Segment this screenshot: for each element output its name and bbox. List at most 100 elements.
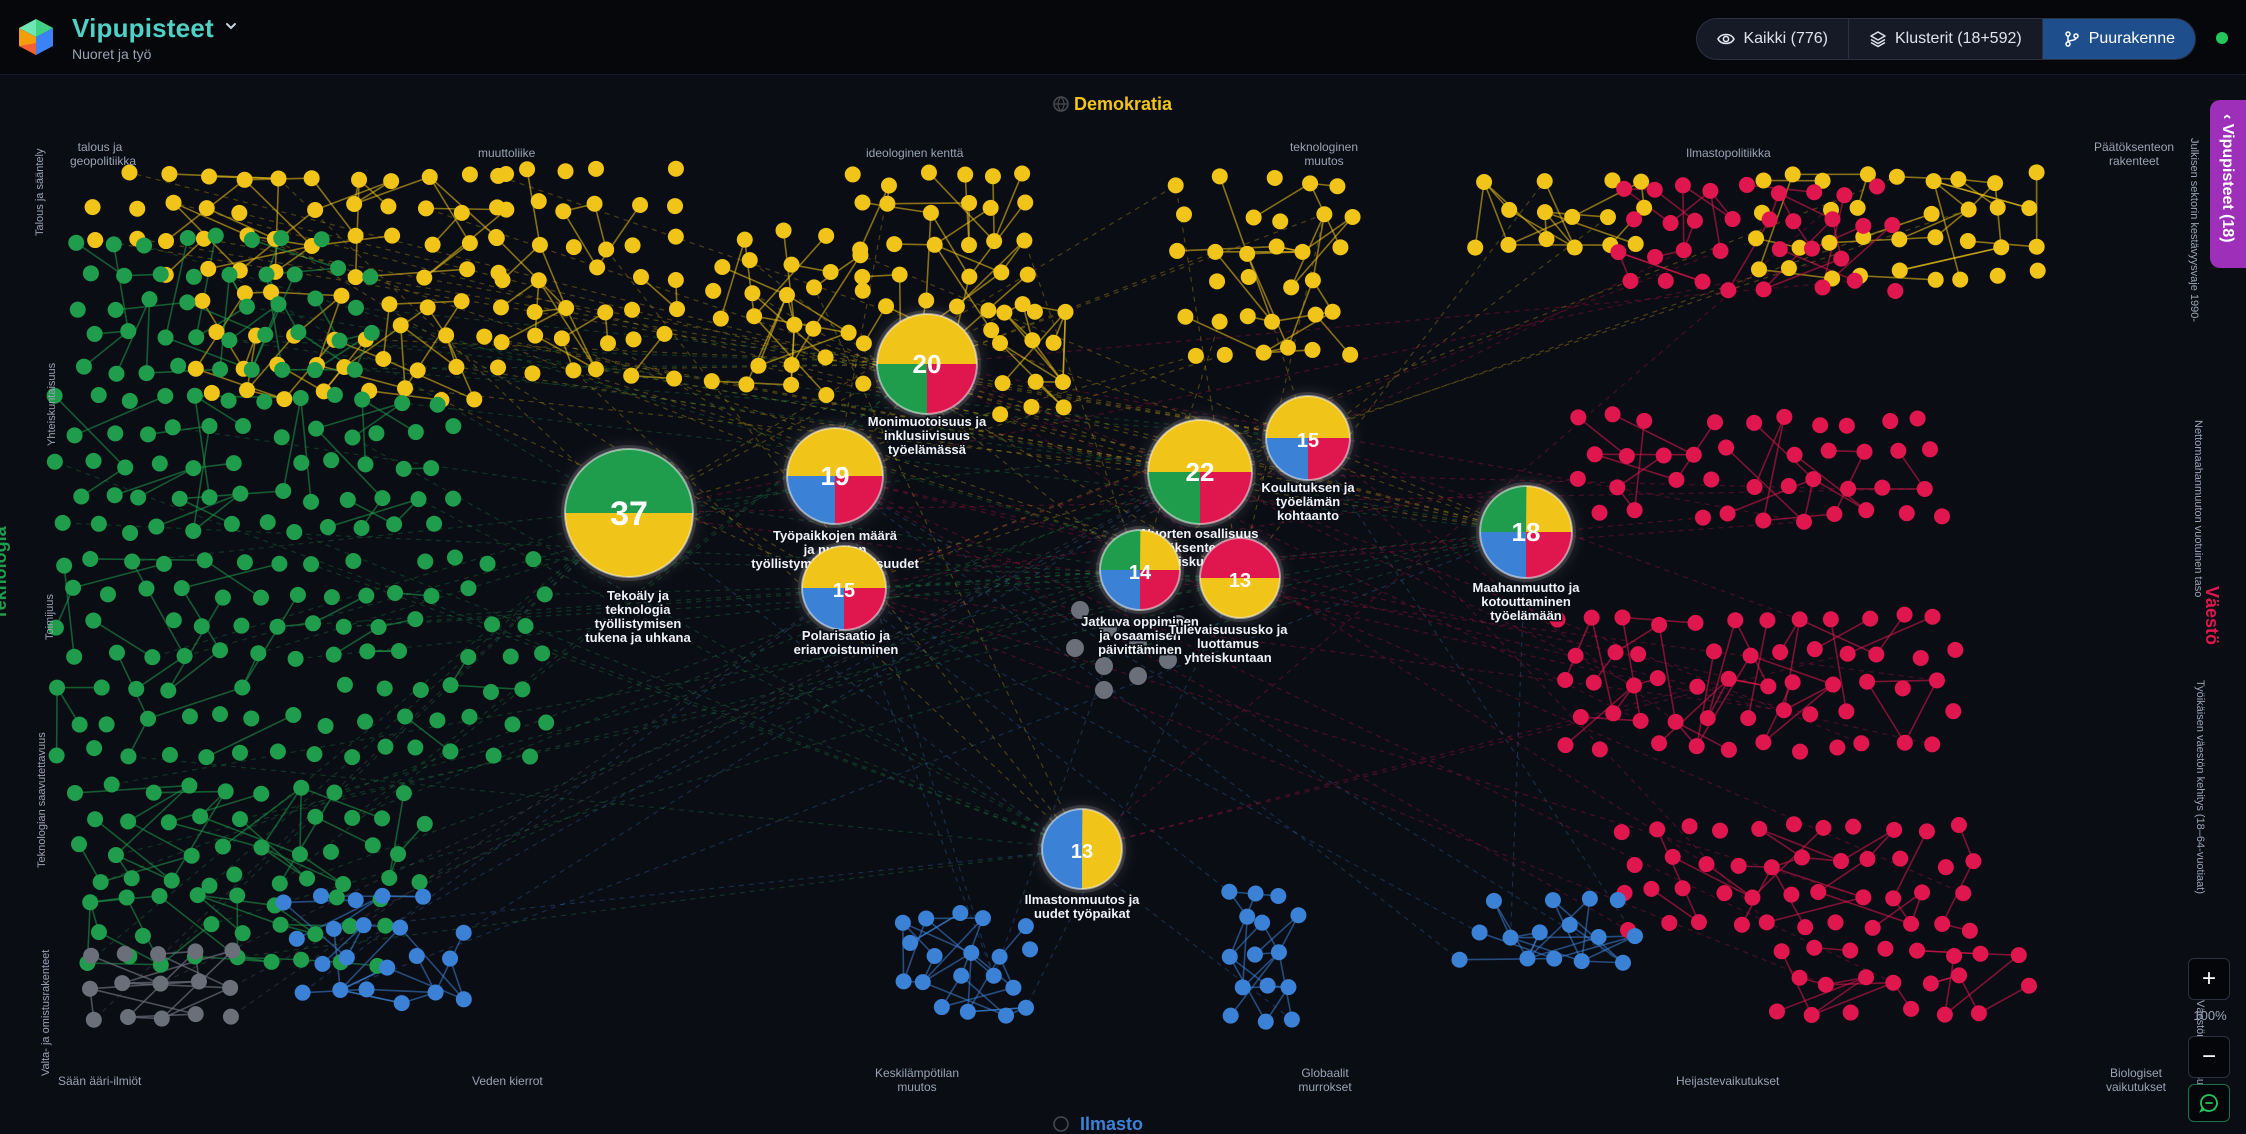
graph-node[interactable] <box>2021 200 2038 217</box>
graph-node[interactable] <box>187 1006 204 1023</box>
graph-node[interactable] <box>1045 334 1062 351</box>
graph-node[interactable] <box>1785 816 1802 833</box>
graph-node[interactable] <box>1019 266 1036 283</box>
graph-node[interactable] <box>1599 209 1616 226</box>
graph-node[interactable] <box>783 356 800 373</box>
graph-node[interactable] <box>948 298 965 315</box>
graph-node[interactable] <box>1853 735 1870 752</box>
graph-node[interactable] <box>1467 239 1484 256</box>
graph-node[interactable] <box>303 170 320 187</box>
graph-node[interactable] <box>1607 644 1624 661</box>
graph-node[interactable] <box>1909 942 1926 959</box>
graph-node[interactable] <box>1936 1006 1953 1023</box>
graph-node[interactable] <box>1616 180 1633 197</box>
graph-node[interactable] <box>1806 184 1823 201</box>
graph-node[interactable] <box>1332 239 1349 256</box>
graph-node[interactable] <box>818 227 835 244</box>
graph-node[interactable] <box>201 418 218 435</box>
graph-node[interactable] <box>69 301 86 318</box>
graph-node[interactable] <box>1815 819 1832 836</box>
graph-node[interactable] <box>1896 606 1913 623</box>
graph-node[interactable] <box>2028 164 2045 181</box>
graph-node[interactable] <box>194 292 211 309</box>
graph-node[interactable] <box>116 267 133 284</box>
graph-node[interactable] <box>1564 208 1581 225</box>
graph-node[interactable] <box>1888 168 1905 185</box>
graph-node[interactable] <box>1239 245 1256 262</box>
graph-node[interactable] <box>998 1007 1015 1024</box>
graph-node[interactable] <box>783 376 800 393</box>
graph-node[interactable] <box>1755 734 1772 751</box>
graph-node[interactable] <box>344 809 361 826</box>
graph-node[interactable] <box>1952 271 1969 288</box>
graph-node[interactable] <box>1903 915 1920 932</box>
graph-node[interactable] <box>953 967 970 984</box>
graph-node[interactable] <box>1626 928 1643 945</box>
graph-node[interactable] <box>412 681 429 698</box>
graph-node[interactable] <box>894 914 911 931</box>
graph-node[interactable] <box>203 384 220 401</box>
graph-node[interactable] <box>1784 166 1801 183</box>
graph-node[interactable] <box>1928 672 1945 689</box>
graph-node[interactable] <box>236 171 253 188</box>
graph-node[interactable] <box>1750 261 1767 278</box>
graph-node[interactable] <box>192 808 209 825</box>
graph-node[interactable] <box>1817 976 1834 993</box>
graph-node[interactable] <box>466 391 483 408</box>
graph-node[interactable] <box>387 584 404 601</box>
graph-node[interactable] <box>397 708 414 725</box>
graph-node[interactable] <box>335 618 352 635</box>
graph-node[interactable] <box>1246 946 1263 963</box>
graph-node[interactable] <box>207 227 224 244</box>
graph-node[interactable] <box>322 843 339 860</box>
graph-node[interactable] <box>1581 890 1598 907</box>
graph-node[interactable] <box>1720 282 1737 299</box>
graph-node[interactable] <box>319 519 336 536</box>
graph-node[interactable] <box>419 299 436 316</box>
graph-node[interactable] <box>461 235 478 252</box>
graph-node[interactable] <box>161 746 178 763</box>
graph-node[interactable] <box>519 161 536 178</box>
graph-node[interactable] <box>1927 229 1944 246</box>
graph-node[interactable] <box>1283 1011 1300 1028</box>
graph-node[interactable] <box>1894 680 1911 697</box>
graph-node[interactable] <box>703 373 720 390</box>
graph-node[interactable] <box>323 452 340 469</box>
graph-node[interactable] <box>392 317 409 334</box>
graph-node[interactable] <box>455 924 472 941</box>
graph-node[interactable] <box>992 406 1009 423</box>
graph-node[interactable] <box>87 811 104 828</box>
graph-node[interactable] <box>1814 279 1831 296</box>
graph-node[interactable] <box>494 272 511 289</box>
graph-node[interactable] <box>1845 818 1862 835</box>
graph-node[interactable] <box>1024 332 1041 349</box>
graph-node[interactable] <box>377 738 394 755</box>
graph-node[interactable] <box>1912 649 1929 666</box>
graph-node[interactable] <box>1898 505 1915 522</box>
graph-node[interactable] <box>461 166 478 183</box>
graph-node[interactable] <box>92 874 109 891</box>
graph-node[interactable] <box>222 1008 239 1025</box>
graph-node[interactable] <box>1885 974 1902 991</box>
graph-node[interactable] <box>231 204 248 221</box>
graph-node-unassigned[interactable] <box>1095 657 1113 675</box>
graph-node[interactable] <box>1771 241 1788 258</box>
graph-node[interactable] <box>455 991 472 1008</box>
graph-node[interactable] <box>479 555 496 572</box>
graph-node[interactable] <box>1989 267 2006 284</box>
graph-node[interactable] <box>86 325 103 342</box>
graph-node[interactable] <box>565 362 582 379</box>
graph-node[interactable] <box>345 553 362 570</box>
graph-node[interactable] <box>417 200 434 217</box>
graph-node[interactable] <box>1826 506 1843 523</box>
graph-node[interactable] <box>1268 238 1285 255</box>
graph-node[interactable] <box>961 268 978 285</box>
graph-node[interactable] <box>336 676 353 693</box>
graph-node[interactable] <box>589 259 606 276</box>
graph-node[interactable] <box>623 367 640 384</box>
graph-node[interactable] <box>234 418 251 435</box>
graph-node[interactable] <box>48 747 65 764</box>
graph-node[interactable] <box>347 299 364 316</box>
graph-node[interactable] <box>493 334 510 351</box>
graph-node[interactable] <box>307 290 324 307</box>
